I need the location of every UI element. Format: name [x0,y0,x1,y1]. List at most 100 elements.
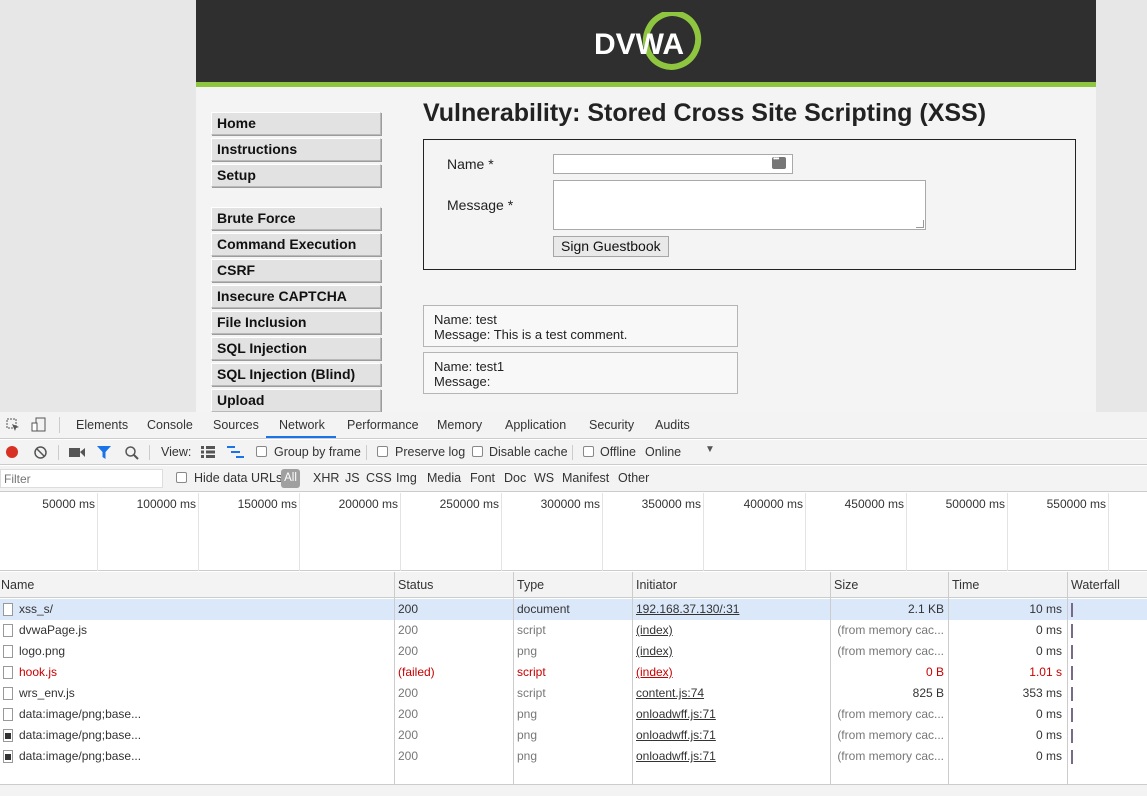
dvwa-logo: DVWA [594,12,702,70]
disable-cache-checkbox[interactable] [472,446,483,457]
request-initiator-link[interactable]: onloadwff.js:71 [636,707,826,721]
column-header-name[interactable]: Name [1,578,34,592]
throttling-select[interactable]: Online [645,445,681,459]
chevron-down-icon[interactable]: ▼ [705,444,715,455]
dvwa-app: DVWA Home Instructions Setup Brute Force… [196,0,1096,412]
timeline-gridline [299,493,300,571]
request-type: document [517,602,570,616]
menu-item-command-execution[interactable]: Command Execution [211,233,381,256]
large-rows-icon[interactable] [201,446,215,458]
hide-data-urls-checkbox[interactable] [176,472,187,483]
column-header-time[interactable]: Time [952,578,979,592]
entry-name: Name: test [434,312,497,327]
menu-item-csrf[interactable]: CSRF [211,259,381,282]
timeline-tick-label: 250000 ms [439,497,499,511]
request-initiator-link[interactable]: (index) [636,644,826,658]
request-initiator-link[interactable]: content.js:74 [636,686,826,700]
filter-type-css[interactable]: CSS [366,471,392,485]
table-row[interactable]: data:image/png;base... 200 png onloadwff.js… [0,746,1147,767]
request-initiator-link[interactable]: onloadwff.js:71 [636,749,826,763]
tab-audits[interactable]: Audits [655,418,690,432]
password-manager-icon[interactable] [772,154,786,169]
request-initiator-link[interactable]: 192.168.37.130/:31 [636,602,826,616]
filter-type-xhr[interactable]: XHR [313,471,339,485]
name-input[interactable] [553,154,793,174]
table-row[interactable]: data:image/png;base... 200 png onloadwff.js… [0,704,1147,725]
timeline-gridline [97,493,98,571]
column-divider[interactable] [394,572,395,784]
request-initiator-link[interactable]: (index) [636,623,826,637]
menu-item-home[interactable]: Home [211,112,381,135]
column-divider[interactable] [948,572,949,784]
menu-item-brute-force[interactable]: Brute Force [211,207,381,230]
menu-item-instructions[interactable]: Instructions [211,138,381,161]
filter-type-doc[interactable]: Doc [504,471,526,485]
table-row[interactable]: wrs_env.js 200 script content.js:74 825 B 353… [0,683,1147,704]
menu-item-sql-injection-blind[interactable]: SQL Injection (Blind) [211,363,381,386]
filter-type-font[interactable]: Font [470,471,495,485]
column-divider[interactable] [632,572,633,784]
preserve-log-checkbox[interactable] [377,446,388,457]
table-row[interactable]: hook.js (failed) script (index) 0 B 1.01 s [0,662,1147,683]
column-header-size[interactable]: Size [834,578,858,592]
table-row[interactable]: dvwaPage.js 200 script (index) (from memory … [0,620,1147,641]
table-row[interactable]: data:image/png;base... 200 png onloadwff.js… [0,725,1147,746]
filter-type-js[interactable]: JS [345,471,360,485]
file-icon [3,687,13,700]
filter-type-all[interactable]: All [281,469,300,488]
tab-console[interactable]: Console [147,418,193,432]
tab-security[interactable]: Security [589,418,634,432]
tab-elements[interactable]: Elements [76,418,128,432]
menu-item-upload[interactable]: Upload [211,389,381,412]
toolbar-divider [58,445,59,460]
column-divider[interactable] [1067,572,1068,784]
menu-item-sql-injection[interactable]: SQL Injection [211,337,381,360]
device-toolbar-icon[interactable] [31,417,47,433]
column-header-initiator[interactable]: Initiator [636,578,677,592]
sign-guestbook-button[interactable]: Sign Guestbook [553,236,669,257]
filter-type-manifest[interactable]: Manifest [562,471,609,485]
tab-network[interactable]: Network [279,418,325,432]
resize-grip-icon[interactable] [916,220,924,228]
network-overview-timeline[interactable]: 50000 ms 100000 ms 150000 ms 200000 ms 2… [0,493,1147,571]
filter-icon[interactable] [97,446,111,459]
search-icon[interactable] [125,446,139,460]
waterfall-bar [1071,708,1073,722]
table-row[interactable]: xss_s/200 document 192.168.37.130/:31 2.1 K… [0,599,1147,620]
capture-screenshots-icon[interactable] [69,447,85,458]
timeline-gridline [400,493,401,571]
file-icon [3,603,13,616]
message-textarea[interactable] [553,180,926,230]
table-row[interactable]: logo.png 200 png (index) (from memory cac...… [0,641,1147,662]
group-by-frame-checkbox[interactable] [256,446,267,457]
filter-type-other[interactable]: Other [618,471,649,485]
offline-checkbox[interactable] [583,446,594,457]
menu-item-setup[interactable]: Setup [211,164,381,187]
column-header-waterfall[interactable]: Waterfall [1071,578,1120,592]
request-initiator-link[interactable]: onloadwff.js:71 [636,728,826,742]
inspect-element-icon[interactable] [6,418,20,432]
request-initiator-link[interactable]: (index) [636,665,826,679]
entry-name: Name: test1 [434,359,505,374]
filter-type-img[interactable]: Img [396,471,417,485]
column-divider[interactable] [830,572,831,784]
column-header-type[interactable]: Type [517,578,544,592]
timeline-tick-label: 400000 ms [743,497,803,511]
menu-item-file-inclusion[interactable]: File Inclusion [211,311,381,334]
clear-icon[interactable] [34,446,47,459]
dvwa-header: DVWA [196,0,1096,82]
column-divider[interactable] [513,572,514,784]
waterfall-bar [1071,666,1073,680]
menu-item-insecure-captcha[interactable]: Insecure CAPTCHA [211,285,381,308]
filter-input[interactable] [0,469,163,488]
overview-icon[interactable] [227,446,244,458]
record-icon[interactable] [6,446,18,458]
column-header-status[interactable]: Status [398,578,433,592]
tab-performance[interactable]: Performance [347,418,419,432]
filter-type-ws[interactable]: WS [534,471,554,485]
tab-application[interactable]: Application [505,418,566,432]
tab-sources[interactable]: Sources [213,418,259,432]
filter-type-media[interactable]: Media [427,471,461,485]
request-time: 1.01 s [1029,665,1062,679]
tab-memory[interactable]: Memory [437,418,482,432]
